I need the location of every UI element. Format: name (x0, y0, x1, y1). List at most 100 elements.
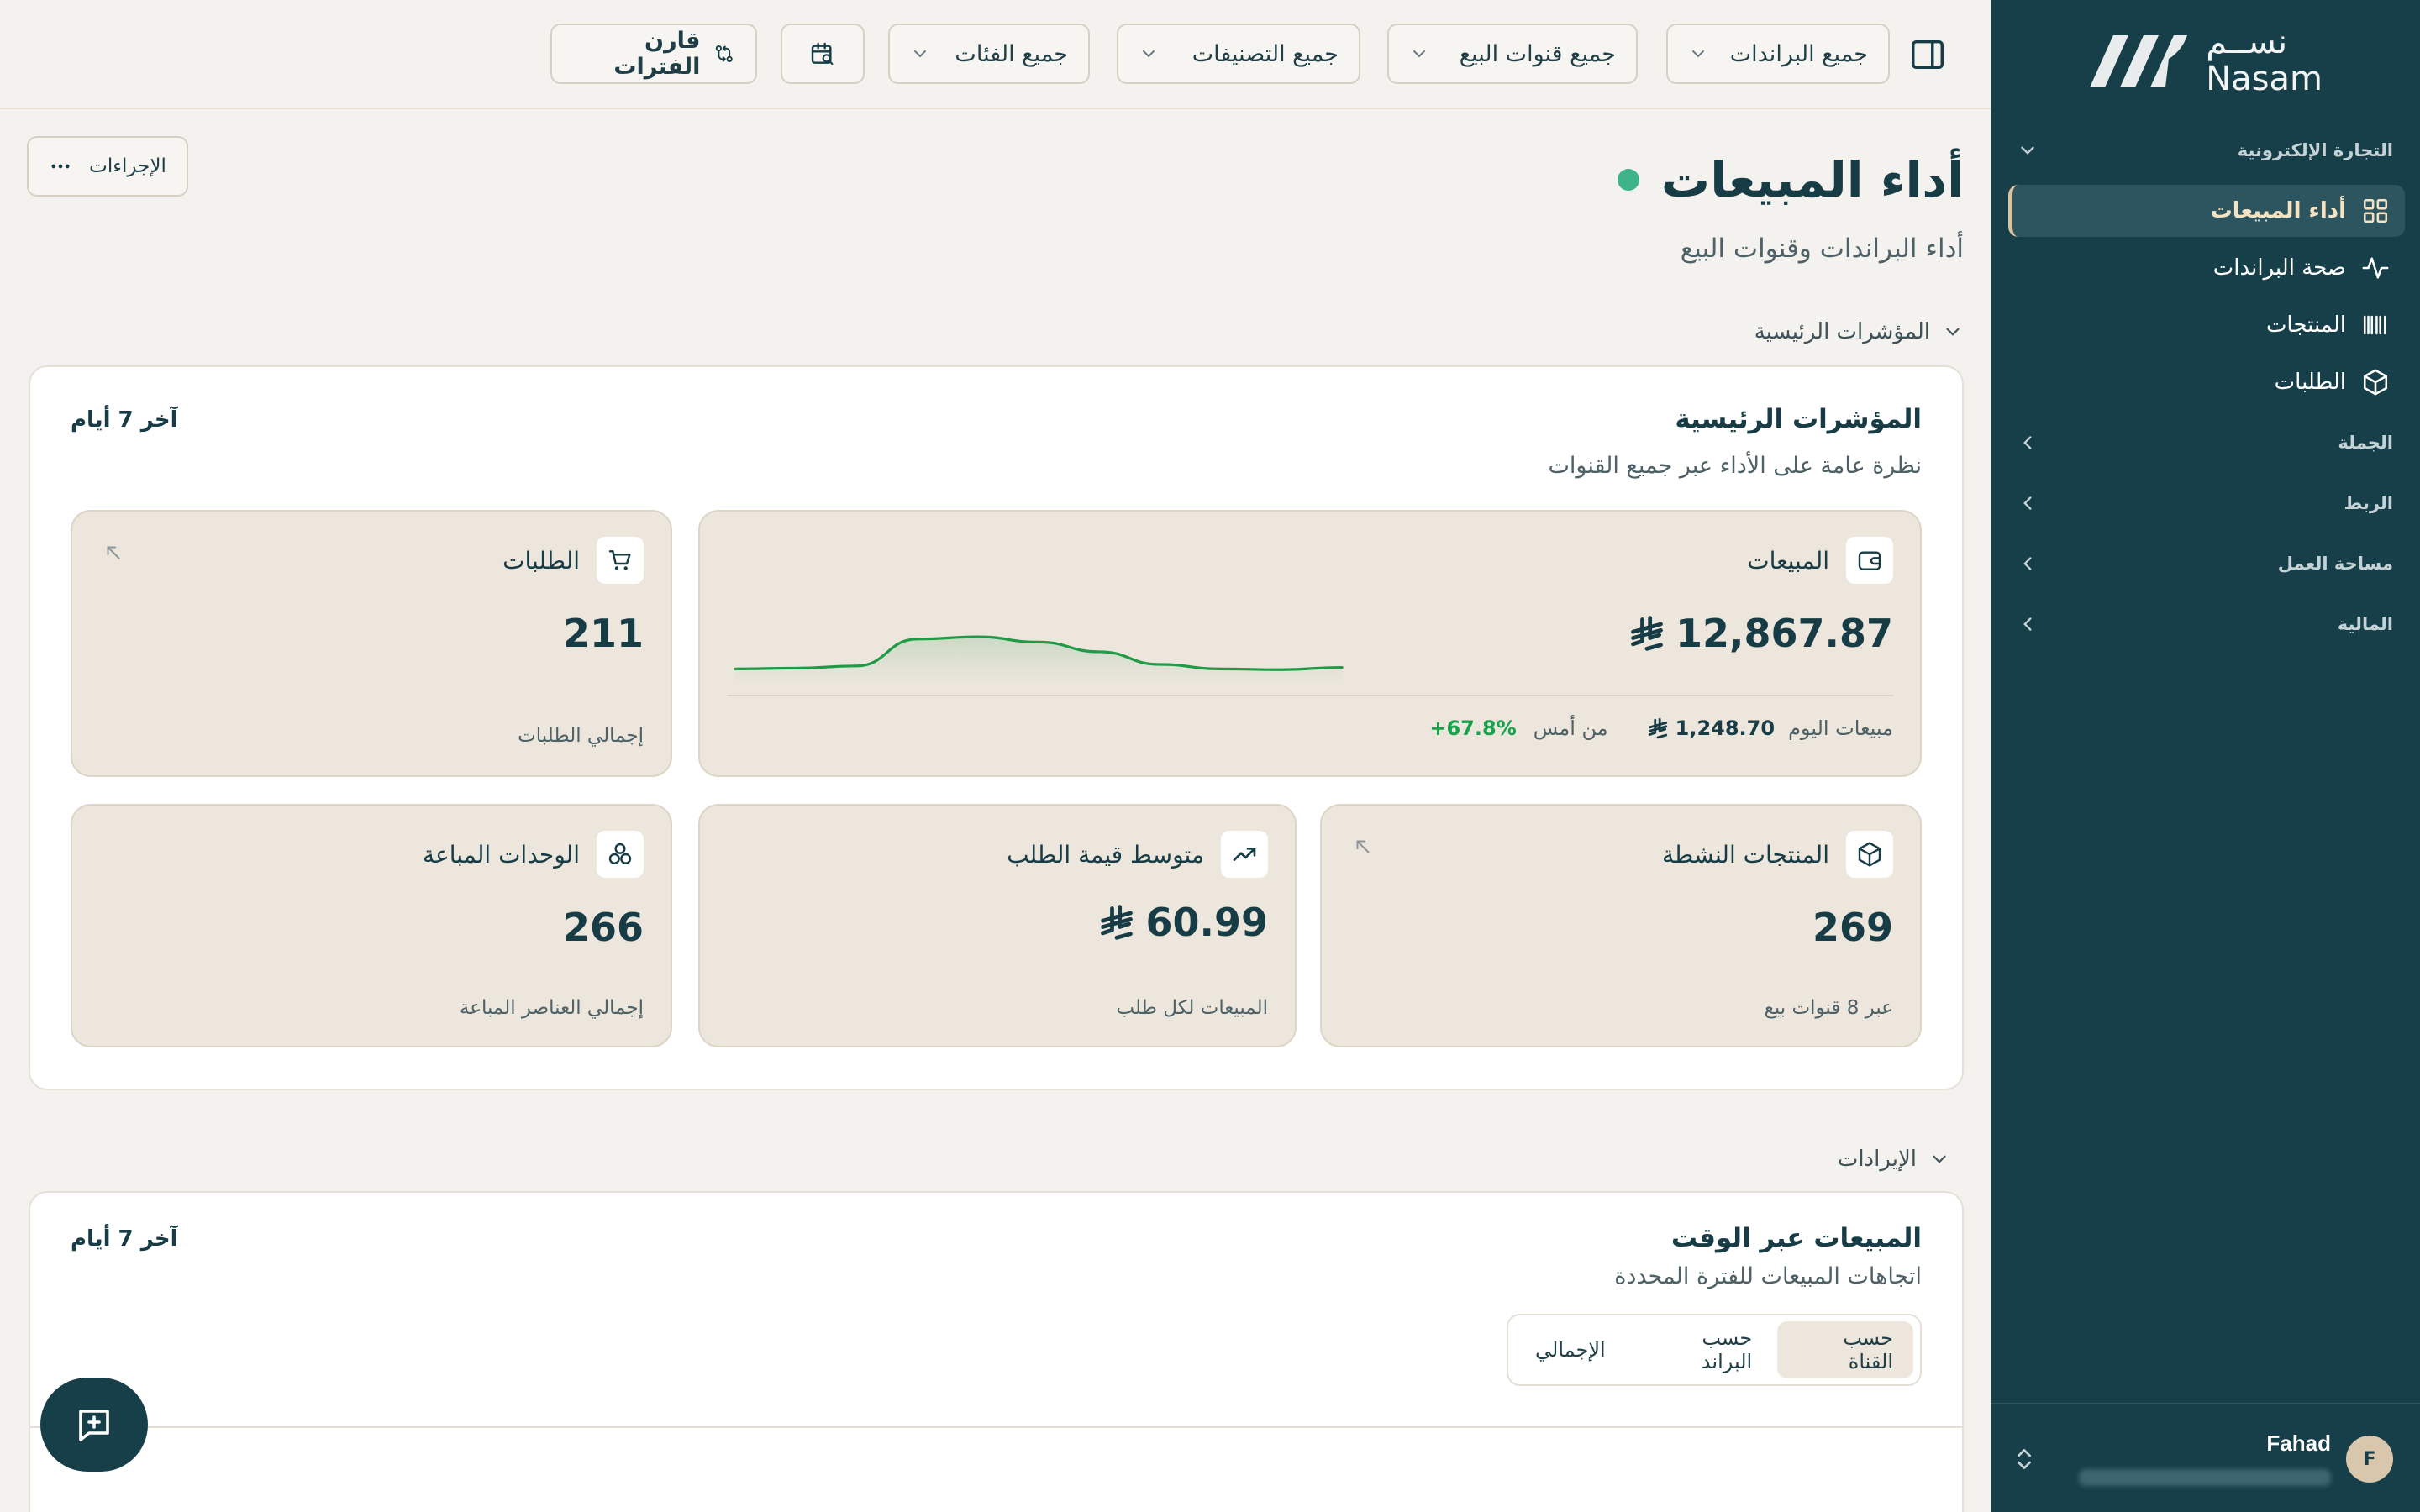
riyal-currency-icon (1648, 717, 1667, 739)
calendar-search-icon (811, 42, 834, 66)
card-divider (30, 1426, 1962, 1428)
active-products-kpi-value: 269 (1812, 905, 1893, 950)
sales-over-time-subtitle: اتجاهات المبيعات للفترة المحددة (1614, 1263, 1922, 1289)
orders-kpi-note: إجمالي الطلبات (518, 725, 644, 747)
sales-kpi-value: 12,867.87 (1628, 611, 1893, 656)
tab-total[interactable]: الإجمالي (1515, 1321, 1626, 1378)
brand-name-ar: نســم (2206, 23, 2288, 61)
compare-arrows-icon (716, 45, 734, 63)
avg-order-kpi-card[interactable]: متوسط قيمة الطلب 60.99 المبيعات لكل طلب (698, 804, 1297, 1047)
revenue-section-toggle[interactable]: الإيرادات (1838, 1147, 1950, 1172)
live-status-dot (1617, 169, 1639, 191)
user-email-redacted (2079, 1469, 2331, 1486)
channels-filter[interactable]: جميع قنوات البيع (1387, 24, 1638, 84)
avg-order-kpi-note: المبيعات لكل طلب (1116, 997, 1268, 1019)
sales-kpi-header: المبيعات (1747, 537, 1893, 584)
sales-kpi-label: المبيعات (1747, 546, 1829, 575)
sales-today-row: مبيعات اليوم 1,248.70 من أمس +67.8% (1429, 717, 1893, 740)
riyal-currency-icon (1631, 616, 1663, 651)
categories-filter[interactable]: جميع الفئات (888, 24, 1090, 84)
chevron-down-icon (1692, 50, 1704, 58)
sidebar-group-label: الجملة (2338, 433, 2393, 453)
sidebar-group-label: التجارة الإلكترونية (2237, 140, 2393, 160)
arrow-up-left-icon[interactable] (1352, 836, 1374, 858)
brand-logo[interactable]: نســم Nasam (2085, 24, 2323, 97)
compare-periods-button[interactable]: قارن الفترات (550, 24, 757, 84)
units-sold-kpi-label: الوحدات المباعة (422, 840, 580, 869)
units-sold-kpi-card[interactable]: الوحدات المباعة 266 إجمالي العناصر المبا… (71, 804, 672, 1047)
chevron-left-icon (2023, 617, 2032, 631)
sidebar-item-brand-health[interactable]: صحة البراندات (2008, 242, 2405, 294)
date-picker-button[interactable] (781, 24, 865, 84)
message-plus-icon (79, 1410, 109, 1441)
classifications-filter[interactable]: جميع التصنيفات (1117, 24, 1360, 84)
sidebar-group-label: مساحة العمل (2277, 554, 2393, 574)
orders-kpi-header: الطلبات (502, 537, 644, 584)
nasam-logo-icon (2090, 35, 2188, 87)
orders-kpi-card[interactable]: الطلبات 211 إجمالي الطلبات (71, 510, 672, 777)
user-name: Fahad (2266, 1431, 2331, 1456)
sidebar-item-sales-performance[interactable]: أداء المبيعات (2008, 185, 2405, 237)
avg-order-kpi-label: متوسط قيمة الطلب (1007, 840, 1204, 869)
sidebar-group-integration[interactable]: الربط (2017, 485, 2393, 522)
orders-kpi-label: الطلبات (502, 546, 580, 575)
sidebar-group-ecommerce[interactable]: التجارة الإلكترونية (2017, 132, 2393, 169)
sidebar-group-label: المالية (2337, 614, 2393, 634)
sidebar: نســم Nasam التجارة الإلكترونية أداء الم… (1991, 0, 2420, 1512)
box-icon (1846, 831, 1893, 878)
breakdown-tabs: حسب القناة حسب البراند الإجمالي (1507, 1314, 1922, 1386)
active-products-kpi-card[interactable]: المنتجات النشطة 269 عبر 8 قنوات بيع (1320, 804, 1922, 1047)
sidebar-item-label: أداء المبيعات (2210, 198, 2346, 223)
compare-periods-label: قارن الفترات (613, 28, 701, 80)
sales-over-time-card: المبيعات عبر الوقت اتجاهات المبيعات للفت… (29, 1191, 1964, 1512)
sales-over-time-period: آخر 7 أيام (71, 1226, 178, 1252)
page-title-text: أداء المبيعات (1660, 151, 1964, 208)
actions-button[interactable]: الإجراءات (27, 136, 188, 197)
sidebar-group-wholesale[interactable]: الجملة (2017, 424, 2393, 461)
sidebar-toggle-icon[interactable] (1908, 35, 1947, 74)
sidebar-item-products[interactable]: المنتجات (2008, 299, 2405, 351)
chevron-left-icon (2023, 496, 2032, 510)
chevron-left-icon (2023, 436, 2032, 449)
units-sold-kpi-header: الوحدات المباعة (423, 831, 644, 878)
trending-up-icon (1221, 831, 1268, 878)
chevron-down-icon (914, 50, 926, 58)
sidebar-item-orders[interactable]: الطلبات (2008, 356, 2405, 408)
chevron-down-icon (1933, 1155, 1946, 1163)
user-menu[interactable]: F Fahad (1991, 1403, 2420, 1512)
orders-kpi-value: 211 (562, 611, 644, 656)
today-sales-amount: 1,248.70 (1675, 717, 1776, 740)
sparkline-area (735, 637, 1342, 683)
brands-filter[interactable]: جميع البراندات (1666, 24, 1890, 84)
feedback-button[interactable] (40, 1378, 148, 1472)
sales-kpi-divider (727, 695, 1893, 696)
arrow-up-left-icon[interactable] (103, 542, 124, 564)
chevron-down-icon (1413, 50, 1425, 58)
sales-kpi-amount: 12,867.87 (1676, 611, 1893, 656)
sidebar-group-finance[interactable]: المالية (2017, 606, 2393, 643)
sales-kpi-card[interactable]: المبيعات 12,867.87 مبيعات اليوم 1,248.70… (698, 510, 1922, 777)
activity-icon (2362, 257, 2389, 279)
chevron-down-icon (1143, 50, 1155, 58)
top-bar: جميع البراندات جميع قنوات البيع جميع الت… (0, 0, 1991, 109)
channels-filter-value: جميع قنوات البيع (1459, 40, 1616, 67)
chevron-down-icon (2021, 146, 2034, 155)
avg-order-kpi-value: 60.99 (1098, 900, 1268, 945)
units-sold-kpi-note: إجمالي العناصر المباعة (459, 997, 644, 1019)
kpi-card: المؤشرات الرئيسية نظرة عامة على الأداء ع… (29, 365, 1964, 1090)
main-content: أداء المبيعات أداء البراندات وقنوات البي… (0, 109, 1991, 1512)
sidebar-item-label: صحة البراندات (2212, 255, 2346, 281)
tab-by-brand[interactable]: حسب البراند (1631, 1321, 1773, 1378)
kpi-section-toggle[interactable]: المؤشرات الرئيسية (1754, 319, 1964, 344)
kpi-card-subtitle: نظرة عامة على الأداء عبر جميع القنوات (1548, 453, 1922, 479)
units-sold-kpi-value: 266 (562, 905, 644, 950)
kpi-section-label: المؤشرات الرئيسية (1754, 319, 1930, 344)
sidebar-group-workspace[interactable]: مساحة العمل (2017, 545, 2393, 582)
today-sales-value: 1,248.70 (1647, 717, 1775, 740)
chevron-left-icon (2023, 557, 2032, 570)
chevron-down-icon (1946, 328, 1960, 336)
today-sales-label: مبيعات اليوم (1788, 717, 1893, 740)
tab-by-channel[interactable]: حسب القناة (1777, 1321, 1913, 1378)
boxes-icon (597, 831, 644, 878)
page-title: أداء المبيعات (1617, 151, 1964, 208)
